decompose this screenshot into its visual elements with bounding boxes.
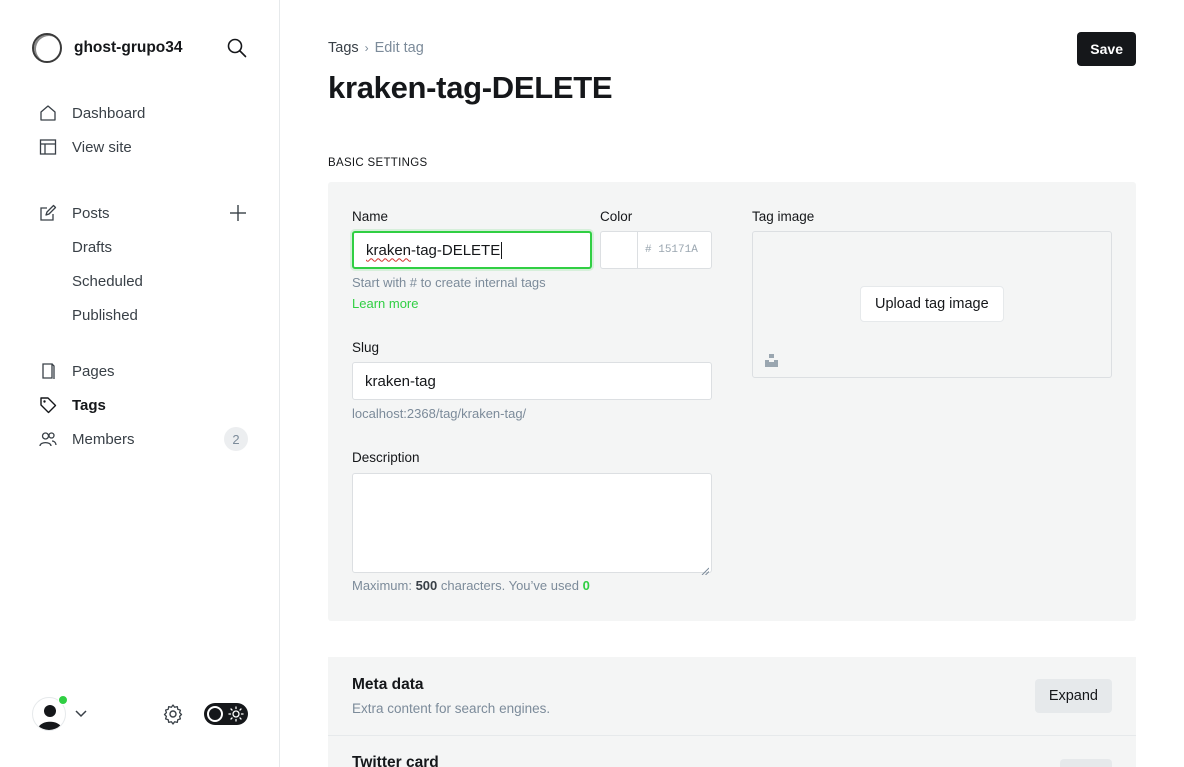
- name-input[interactable]: kraken -tag-DELETE: [352, 231, 592, 269]
- online-status-dot: [58, 695, 68, 705]
- nav-pages[interactable]: Pages: [32, 354, 252, 388]
- tag-icon: [38, 395, 58, 415]
- name-value-rest: -tag-DELETE: [411, 241, 501, 259]
- learn-more-link[interactable]: Learn more: [352, 296, 418, 311]
- text-caret: [501, 241, 503, 259]
- chevron-down-icon[interactable]: [74, 706, 88, 720]
- tag-image-label: Tag image: [752, 209, 815, 224]
- add-post-icon[interactable]: [228, 203, 248, 223]
- members-count-badge: 2: [224, 427, 248, 451]
- counter-used: 0: [582, 578, 590, 593]
- meta-expand-button[interactable]: Expand: [1034, 679, 1112, 713]
- description-label: Description: [352, 450, 420, 465]
- twitter-card-title: Twitter card: [352, 754, 439, 767]
- nav-pages-label: Pages: [72, 362, 115, 380]
- meta-data-description: Extra content for search engines.: [352, 701, 551, 716]
- section-label-basic-settings: BASIC SETTINGS: [328, 157, 428, 169]
- nav-members-label: Members: [72, 430, 135, 448]
- upload-tag-image-button[interactable]: Upload tag image: [860, 286, 1004, 322]
- meta-data-title: Meta data: [352, 676, 424, 693]
- breadcrumb-separator-icon: ›: [364, 41, 369, 55]
- color-swatch[interactable]: [600, 231, 638, 269]
- search-icon[interactable]: [226, 37, 248, 59]
- nav-dashboard-label: Dashboard: [72, 104, 146, 122]
- color-input[interactable]: # 15171A: [637, 231, 712, 269]
- secondary-nav: Pages Tags Members 2: [32, 354, 252, 456]
- color-hash: #: [645, 244, 652, 256]
- meta-data-card: Meta data Extra content for search engin…: [328, 657, 1136, 736]
- sun-icon: [228, 706, 244, 722]
- sidebar-footer: [32, 695, 248, 731]
- resize-handle-icon[interactable]: [701, 562, 710, 576]
- site-brand[interactable]: ghost-grupo34: [32, 33, 183, 63]
- twitter-card-section: Twitter card: [328, 736, 1136, 767]
- nav-posts[interactable]: Posts: [32, 196, 252, 230]
- toggle-knob: [207, 706, 223, 722]
- slug-input[interactable]: kraken-tag: [352, 362, 712, 400]
- site-name: ghost-grupo34: [74, 39, 183, 56]
- name-label: Name: [352, 209, 389, 224]
- nav-tags[interactable]: Tags: [32, 388, 252, 422]
- pencil-icon: [38, 203, 58, 223]
- tag-image-dropzone[interactable]: Upload tag image: [752, 231, 1112, 378]
- nav-drafts[interactable]: Drafts: [32, 230, 252, 264]
- site-logo-icon: [32, 33, 62, 63]
- basic-settings-panel: Name kraken -tag-DELETE Start with # to c…: [328, 182, 1136, 621]
- sidebar: ghost-grupo34 Dashboard View site Posts: [0, 0, 280, 767]
- description-counter: Maximum: 500 characters. You’ve used 0: [352, 578, 590, 593]
- pages-icon: [38, 361, 58, 381]
- slug-label: Slug: [352, 340, 380, 355]
- nav-view-site-label: View site: [72, 138, 132, 156]
- home-icon: [38, 103, 58, 123]
- counter-prefix: Maximum:: [352, 578, 412, 593]
- color-placeholder: 15171A: [658, 244, 698, 256]
- page-title: kraken-tag-DELETE: [328, 70, 613, 105]
- nav-view-site[interactable]: View site: [32, 130, 252, 164]
- twitter-expand-button[interactable]: [1060, 759, 1112, 767]
- slug-url: localhost:2368/tag/kraken-tag/: [352, 406, 527, 421]
- layout-icon: [38, 137, 58, 157]
- members-icon: [38, 429, 58, 449]
- save-button[interactable]: Save: [1077, 32, 1136, 66]
- breadcrumb-tags-link[interactable]: Tags: [328, 40, 359, 56]
- breadcrumb: Tags › Edit tag: [328, 40, 424, 56]
- counter-mid: characters. You’ve used: [440, 578, 579, 593]
- primary-nav: Dashboard View site: [32, 96, 252, 164]
- nav-posts-label: Posts: [72, 204, 110, 222]
- theme-toggle[interactable]: [204, 703, 248, 725]
- counter-max: 500: [415, 578, 438, 593]
- description-textarea[interactable]: [352, 473, 712, 576]
- nav-members[interactable]: Members 2: [32, 422, 252, 456]
- name-value-misspelled: kraken: [366, 241, 412, 259]
- nav-scheduled[interactable]: Scheduled: [32, 264, 252, 298]
- unsplash-icon[interactable]: [765, 354, 778, 367]
- nav-published[interactable]: Published: [32, 298, 252, 332]
- color-label: Color: [600, 209, 633, 224]
- name-hint: Start with # to create internal tags: [352, 275, 546, 290]
- gear-icon[interactable]: [162, 703, 184, 725]
- breadcrumb-current: Edit tag: [374, 40, 424, 56]
- posts-nav: Posts Drafts Scheduled Published: [32, 196, 252, 332]
- nav-dashboard[interactable]: Dashboard: [32, 96, 252, 130]
- nav-tags-label: Tags: [72, 396, 106, 414]
